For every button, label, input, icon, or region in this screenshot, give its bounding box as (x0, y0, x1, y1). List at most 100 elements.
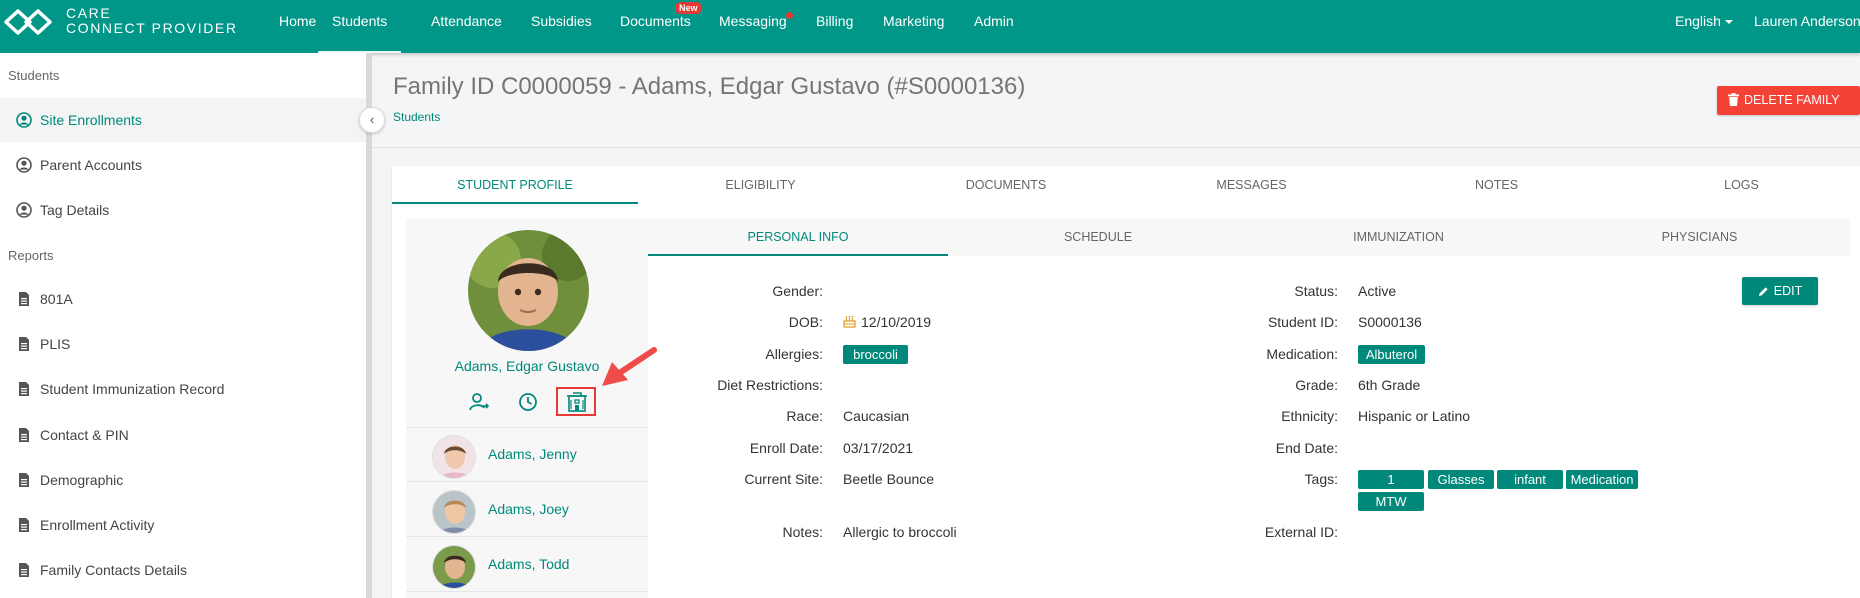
subtab-personal-info[interactable]: PERSONAL INFO (648, 218, 948, 256)
page-title: Family ID C0000059 - Adams, Edgar Gustav… (393, 73, 1026, 100)
tab-logs[interactable]: LOGS (1619, 166, 1860, 204)
subtab-schedule[interactable]: SCHEDULE (948, 218, 1248, 256)
tab-student-profile[interactable]: STUDENT PROFILE (392, 166, 638, 204)
collapse-sidebar-button[interactable]: ‹ (359, 107, 385, 133)
ethnicity-value: Hispanic or Latino (1358, 408, 1471, 424)
allergy-chip: broccoli (843, 345, 908, 364)
sidebar-item-label: Site Enrollments (40, 112, 142, 128)
tab-documents[interactable]: DOCUMENTS (883, 166, 1129, 204)
race-value: Caucasian (843, 408, 910, 424)
unread-dot (786, 12, 793, 19)
sidebar-item-label: Demographic (40, 472, 124, 488)
dob-value: 12/10/2019 (861, 314, 932, 330)
header-divider (372, 147, 1860, 148)
sidebar-item-demographic[interactable]: Demographic (0, 458, 366, 502)
tag-chip: Glasses (1428, 470, 1494, 489)
enroll-date-label: Enroll Date: (749, 440, 823, 456)
arrow-annotation-icon (602, 347, 657, 386)
status-value: Active (1358, 283, 1397, 299)
clock-icon[interactable] (517, 391, 539, 413)
nav-billing[interactable]: Billing (816, 0, 853, 53)
chevron-down-icon (1724, 20, 1733, 25)
document-icon (19, 337, 29, 351)
grade-label: Grade: (1295, 377, 1338, 393)
sidebar-item-label: Family Contacts Details (40, 562, 188, 578)
new-badge: New (675, 2, 702, 14)
student-id-label: Student ID: (1267, 314, 1338, 330)
edit-button[interactable]: EDIT (1742, 277, 1818, 305)
medication-label: Medication: (1266, 346, 1338, 362)
nav-messaging[interactable]: Messaging (719, 0, 787, 53)
care-connect-logo[interactable] (4, 7, 60, 37)
user-circle-icon (16, 157, 32, 173)
delete-family-button[interactable]: DELETE FAMILY (1717, 86, 1860, 115)
nav-admin[interactable]: Admin (974, 0, 1014, 53)
sibling-item[interactable]: Adams, Joey (406, 482, 648, 536)
sibling-name: Adams, Todd (488, 556, 570, 572)
tags-label: Tags: (1304, 471, 1338, 487)
sidebar-item-family-contacts-details[interactable]: Family Contacts Details (0, 548, 366, 592)
tag-chip: MTW (1358, 492, 1424, 511)
user-circle-icon (16, 202, 32, 218)
sidebar-scrollbar[interactable] (366, 53, 372, 598)
sidebar-item-parent-accounts[interactable]: Parent Accounts (0, 143, 366, 187)
dob-label: DOB: (788, 314, 823, 330)
divider (406, 591, 648, 592)
pencil-icon (1758, 287, 1768, 296)
user-circle-icon (16, 112, 32, 128)
sidebar-item-plis[interactable]: PLIS (0, 322, 366, 366)
sidebar-item-enrollment-activity[interactable]: Enrollment Activity (0, 503, 366, 547)
document-icon (19, 382, 29, 396)
sidebar-item-label: Parent Accounts (40, 157, 142, 173)
ethnicity-label: Ethnicity: (1281, 408, 1338, 424)
brand-name: CARE CONNECT PROVIDER (66, 5, 238, 36)
subtab-physicians[interactable]: PHYSICIANS (1549, 218, 1850, 256)
sidebar-item-student-immunization-record[interactable]: Student Immunization Record (0, 367, 366, 411)
top-navbar: CARE CONNECT PROVIDER Home Students Atte… (0, 0, 1860, 53)
sidebar-item-label: Contact & PIN (40, 427, 129, 443)
medication-chip: Albuterol (1358, 345, 1425, 364)
sibling-avatar (432, 545, 476, 589)
document-icon (19, 563, 29, 577)
nav-students[interactable]: Students (318, 0, 402, 53)
nav-home[interactable]: Home (279, 0, 316, 53)
sibling-name: Adams, Joey (488, 501, 569, 517)
language-dropdown[interactable]: English (1675, 0, 1733, 53)
sidebar-item-contact-pin[interactable]: Contact & PIN (0, 413, 366, 457)
race-label: Race: (786, 408, 823, 424)
sidebar-item-site-enrollments[interactable]: Site Enrollments (0, 98, 366, 142)
gender-label: Gender: (772, 283, 823, 299)
enroll-date-value: 03/17/2021 (843, 440, 914, 456)
nav-subsidies[interactable]: Subsidies (531, 0, 592, 53)
status-label: Status: (1294, 283, 1338, 299)
sidebar-item-label: PLIS (40, 336, 71, 352)
end-date-label: End Date: (1275, 440, 1338, 456)
user-menu[interactable]: Lauren Anderson (1754, 0, 1860, 53)
nav-attendance[interactable]: Attendance (431, 0, 502, 53)
document-icon (19, 473, 29, 487)
breadcrumb[interactable]: Students (393, 110, 440, 124)
current-site-label: Current Site: (744, 471, 823, 487)
trash-icon (1728, 93, 1739, 106)
nav-marketing[interactable]: Marketing (883, 0, 944, 53)
sibling-avatar (432, 435, 476, 479)
document-icon (19, 292, 29, 306)
sidebar-heading-students: Students (8, 68, 60, 83)
sidebar-item-801a[interactable]: 801A (0, 277, 366, 321)
sibling-item[interactable]: Adams, Todd (406, 537, 648, 591)
sibling-name: Adams, Jenny (488, 446, 577, 462)
tab-messages[interactable]: MESSAGES (1129, 166, 1374, 204)
external-id-label: External ID: (1264, 524, 1338, 540)
diet-restrictions-label: Diet Restrictions: (717, 377, 823, 393)
tab-notes[interactable]: NOTES (1374, 166, 1619, 204)
user-transfer-icon[interactable] (468, 391, 490, 413)
allergies-label: Allergies: (765, 346, 823, 362)
sidebar-heading-reports: Reports (8, 248, 54, 263)
chevron-left-icon: ‹ (369, 112, 375, 127)
current-site-value: Beetle Bounce (843, 471, 935, 487)
sidebar-item-tag-details[interactable]: Tag Details (0, 188, 366, 232)
student-avatar[interactable] (468, 230, 589, 351)
tab-eligibility[interactable]: ELIGIBILITY (638, 166, 883, 204)
sibling-item[interactable]: Adams, Jenny (406, 427, 648, 481)
subtab-immunization[interactable]: IMMUNIZATION (1248, 218, 1549, 256)
